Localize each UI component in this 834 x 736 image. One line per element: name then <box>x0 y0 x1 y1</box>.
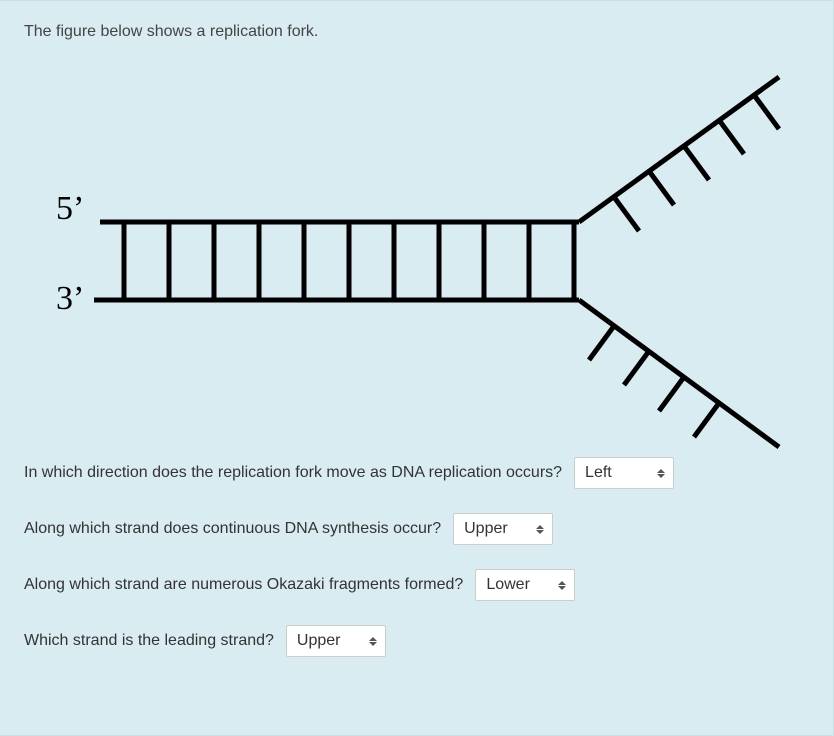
question-text: Which strand is the leading strand? <box>24 632 274 650</box>
question-text: Along which strand are numerous Okazaki … <box>24 576 463 594</box>
okazaki-strand-select[interactable]: Lower <box>475 569 575 601</box>
question-row: In which direction does the replication … <box>24 457 809 489</box>
replication-fork-figure: 5’ 3’ <box>24 47 804 457</box>
select-value: Upper <box>297 632 341 650</box>
select-value: Upper <box>464 520 508 538</box>
chevron-up-down-icon <box>536 523 544 535</box>
select-value: Left <box>585 464 612 482</box>
chevron-up-down-icon <box>369 635 377 647</box>
chevron-up-down-icon <box>558 579 566 591</box>
chevron-up-down-icon <box>657 467 665 479</box>
direction-select[interactable]: Left <box>574 457 674 489</box>
question-row: Along which strand are numerous Okazaki … <box>24 569 809 601</box>
question-row: Along which strand does continuous DNA s… <box>24 513 809 545</box>
questions-block: In which direction does the replication … <box>24 457 809 657</box>
continuous-strand-select[interactable]: Upper <box>453 513 553 545</box>
intro-text: The figure below shows a replication for… <box>24 23 809 41</box>
leading-strand-select[interactable]: Upper <box>286 625 386 657</box>
select-value: Lower <box>486 576 530 594</box>
question-text: In which direction does the replication … <box>24 464 562 482</box>
question-row: Which strand is the leading strand? Uppe… <box>24 625 809 657</box>
question-panel: The figure below shows a replication for… <box>0 0 834 736</box>
fork-diagram <box>24 47 804 457</box>
question-text: Along which strand does continuous DNA s… <box>24 520 441 538</box>
